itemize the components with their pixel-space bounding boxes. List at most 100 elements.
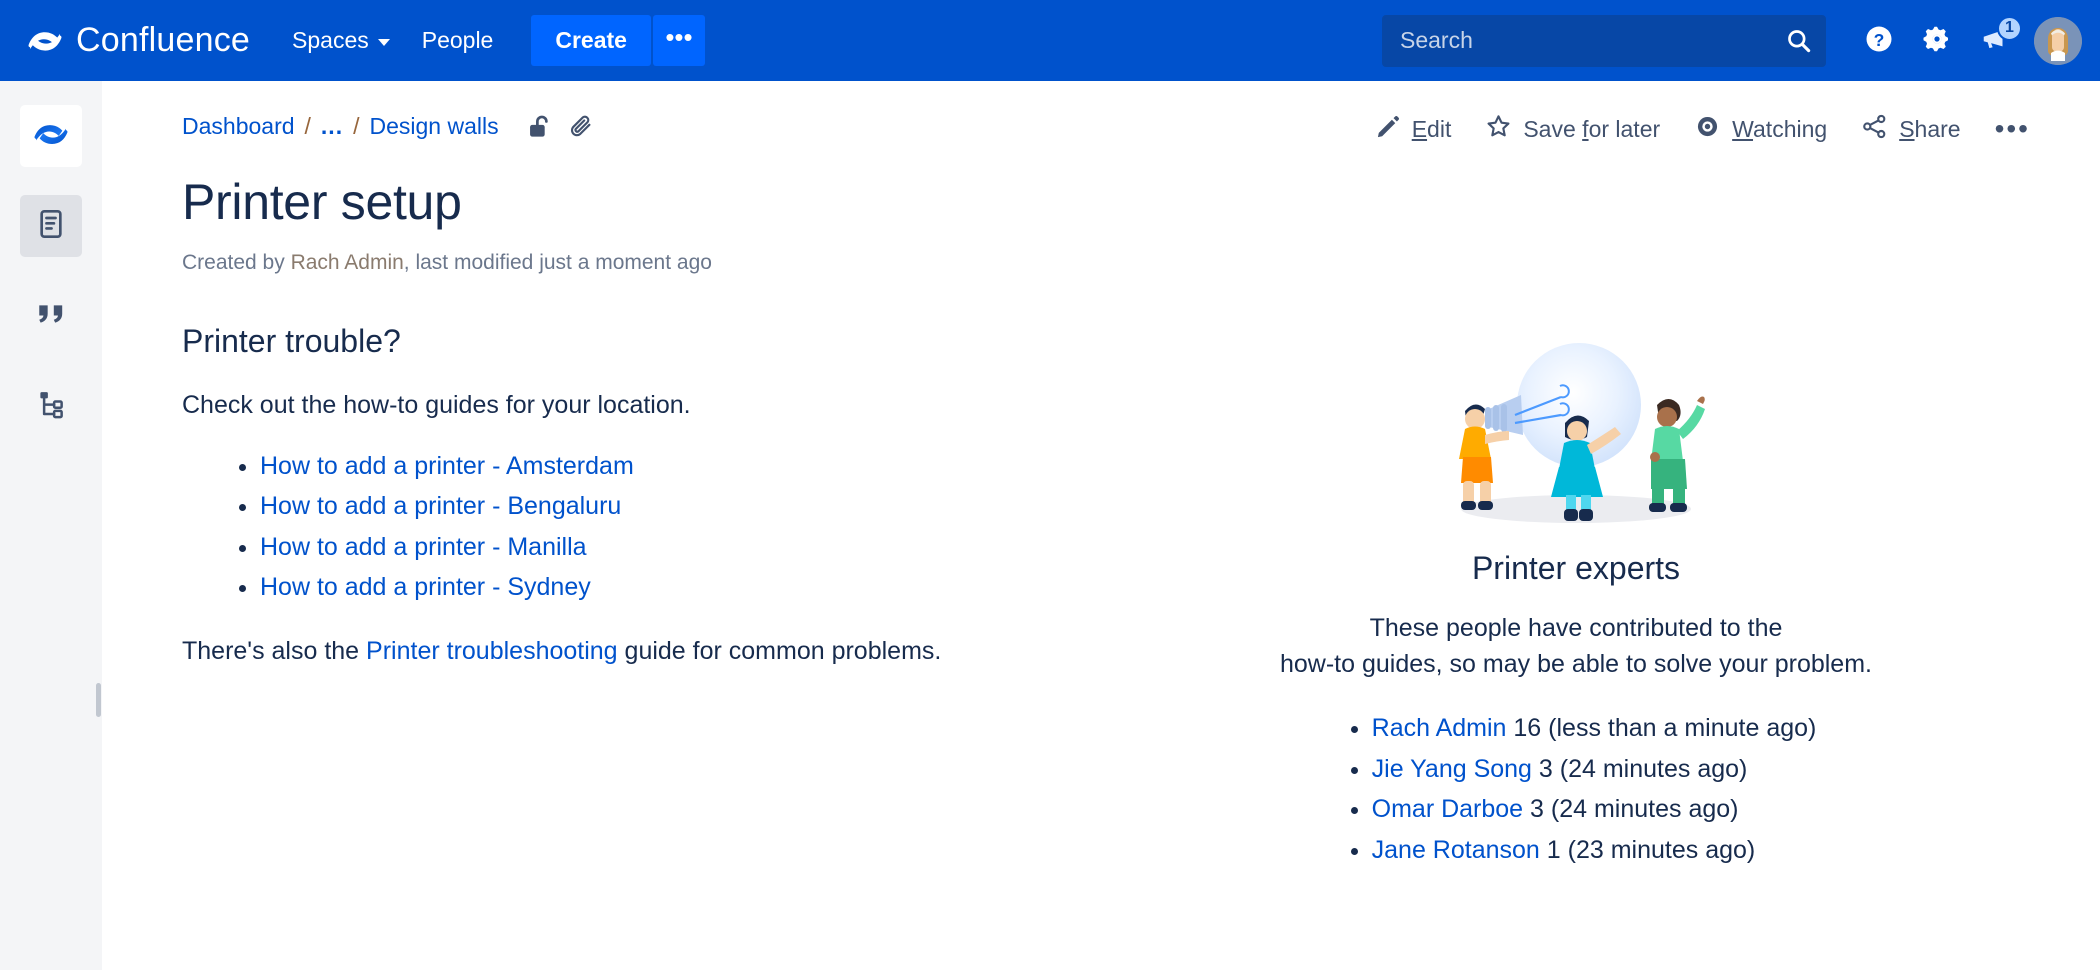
contributor-count: 1 bbox=[1547, 836, 1561, 864]
breadcrumb-item-ellipsis[interactable]: ... bbox=[321, 113, 343, 140]
page-header: Dashboard / ... / Design walls bbox=[182, 109, 2030, 146]
troubleshooting-link[interactable]: Printer troubleshooting bbox=[366, 637, 618, 665]
pencil-icon bbox=[1375, 114, 1401, 146]
help-button[interactable]: ? bbox=[1852, 14, 1906, 68]
share-label: Share bbox=[1899, 116, 1960, 143]
guide-link-amsterdam[interactable]: How to add a printer - Amsterdam bbox=[260, 452, 634, 480]
how-to-guide-list: How to add a printer - Amsterdam How to … bbox=[182, 446, 1042, 608]
notifications-button[interactable]: 1 bbox=[1968, 14, 2022, 68]
edit-button[interactable]: Edit bbox=[1375, 114, 1452, 146]
list-item: Jane Rotanson 1 (23 minutes ago) bbox=[1372, 830, 1817, 871]
create-button-group: Create ••• bbox=[531, 15, 705, 66]
contributor-when: (23 minutes ago) bbox=[1568, 836, 1756, 864]
confluence-space-logo-icon bbox=[34, 117, 68, 156]
section-heading: Printer trouble? bbox=[182, 323, 1042, 360]
intro-paragraph: Check out the how-to guides for your loc… bbox=[182, 388, 1042, 424]
contributor-when: (less than a minute ago) bbox=[1548, 714, 1816, 742]
contributor-list: Rach Admin 16 (less than a minute ago) J… bbox=[1336, 708, 1817, 870]
byline-suffix: , last modified just a moment ago bbox=[404, 251, 712, 274]
contributor-when: (24 minutes ago) bbox=[1551, 795, 1739, 823]
notifications-badge: 1 bbox=[1997, 16, 2022, 41]
sidebar-item-page-tree[interactable] bbox=[20, 375, 82, 437]
breadcrumb-separator-2: / bbox=[353, 113, 359, 140]
search-container bbox=[1382, 15, 1826, 67]
contributor-link-rach-admin[interactable]: Rach Admin bbox=[1372, 714, 1507, 742]
experts-desc-line-2: how-to guides, so may be able to solve y… bbox=[1280, 650, 1872, 678]
save-for-later-label: Save for later bbox=[1523, 116, 1660, 143]
contributor-count: 3 bbox=[1539, 755, 1553, 783]
list-item: How to add a printer - Manilla bbox=[260, 527, 1042, 568]
byline-prefix: Created by bbox=[182, 251, 291, 274]
more-actions-icon[interactable]: ••• bbox=[1995, 121, 2030, 138]
search-input[interactable] bbox=[1382, 15, 1826, 67]
avatar[interactable] bbox=[2034, 17, 2082, 65]
page-title: Printer setup bbox=[182, 173, 2030, 231]
handle-bar-left bbox=[96, 683, 101, 717]
byline-author[interactable]: Rach Admin bbox=[291, 251, 404, 274]
outro-prefix: There's also the bbox=[182, 637, 366, 665]
printer-experts-panel: Printer experts These people have contri… bbox=[1042, 323, 2030, 870]
list-item: How to add a printer - Bengaluru bbox=[260, 486, 1042, 527]
unlocked-padlock-icon[interactable] bbox=[525, 113, 552, 140]
contributor-link-jie-yang-song[interactable]: Jie Yang Song bbox=[1372, 755, 1532, 783]
guide-link-sydney[interactable]: How to add a printer - Sydney bbox=[260, 573, 591, 601]
svg-text:?: ? bbox=[1874, 30, 1885, 50]
save-for-later-button[interactable]: Save for later bbox=[1485, 113, 1660, 146]
people-lightbulb-illustration bbox=[1122, 323, 2030, 538]
share-button[interactable]: Share bbox=[1861, 113, 1960, 146]
sidebar-item-space-logo[interactable] bbox=[20, 105, 82, 167]
list-item: Jie Yang Song 3 (24 minutes ago) bbox=[1372, 749, 1817, 790]
outro-suffix: guide for common problems. bbox=[618, 637, 942, 665]
create-button[interactable]: Create bbox=[531, 15, 651, 66]
page-byline: Created by Rach Admin, last modified jus… bbox=[182, 251, 2030, 275]
experts-panel-title: Printer experts bbox=[1122, 550, 2030, 587]
nav-people-label: People bbox=[422, 27, 494, 54]
breadcrumb-icons bbox=[525, 113, 595, 140]
help-circle-icon: ? bbox=[1864, 24, 1894, 57]
star-icon bbox=[1485, 113, 1512, 146]
confluence-home-link[interactable]: Confluence bbox=[28, 21, 250, 60]
breadcrumb-item-design-walls[interactable]: Design walls bbox=[369, 113, 498, 140]
nav-item-people[interactable]: People bbox=[406, 17, 510, 64]
chevron-down-icon bbox=[378, 39, 390, 46]
nav-spaces-label: Spaces bbox=[292, 27, 369, 54]
contributor-when: (24 minutes ago) bbox=[1560, 755, 1748, 783]
breadcrumb-separator-1: / bbox=[305, 113, 311, 140]
contributor-link-omar-darboe[interactable]: Omar Darboe bbox=[1372, 795, 1523, 823]
page-document-icon bbox=[35, 208, 67, 245]
settings-button[interactable] bbox=[1910, 14, 1964, 68]
page-tree-icon bbox=[36, 389, 66, 424]
edit-label: Edit bbox=[1412, 116, 1452, 143]
experts-desc-line-1: These people have contributed to the bbox=[1370, 614, 1783, 642]
create-more-button[interactable]: ••• bbox=[653, 15, 705, 66]
contributor-count: 16 bbox=[1513, 714, 1541, 742]
share-icon bbox=[1861, 113, 1888, 146]
brand-name: Confluence bbox=[76, 21, 250, 60]
nav-item-spaces[interactable]: Spaces bbox=[276, 17, 406, 64]
confluence-logo-icon bbox=[28, 24, 62, 58]
list-item: How to add a printer - Sydney bbox=[260, 567, 1042, 608]
breadcrumb: Dashboard / ... / Design walls bbox=[182, 109, 595, 140]
watching-label: Watching bbox=[1732, 116, 1827, 143]
contributor-link-jane-rotanson[interactable]: Jane Rotanson bbox=[1372, 836, 1540, 864]
content-main-column: Printer trouble? Check out the how-to gu… bbox=[182, 323, 1042, 870]
experts-panel-description: These people have contributed to the how… bbox=[1122, 611, 2030, 682]
sidebar-item-blog[interactable] bbox=[20, 285, 82, 347]
eye-icon bbox=[1694, 113, 1721, 146]
paperclip-icon[interactable] bbox=[568, 113, 595, 140]
page-actions: Edit Save for later Wa bbox=[1375, 109, 2030, 146]
quote-icon bbox=[35, 298, 67, 335]
content-columns: Printer trouble? Check out the how-to gu… bbox=[182, 323, 2030, 870]
outro-paragraph: There's also the Printer troubleshooting… bbox=[182, 634, 1042, 670]
watching-button[interactable]: Watching bbox=[1694, 113, 1827, 146]
contributor-count: 3 bbox=[1530, 795, 1544, 823]
page-content-area: Dashboard / ... / Design walls bbox=[102, 81, 2100, 970]
sidebar-item-pages[interactable] bbox=[20, 195, 82, 257]
left-icon-sidebar bbox=[0, 81, 102, 970]
guide-link-manilla[interactable]: How to add a printer - Manilla bbox=[260, 533, 587, 561]
list-item: Omar Darboe 3 (24 minutes ago) bbox=[1372, 789, 1817, 830]
breadcrumb-item-dashboard[interactable]: Dashboard bbox=[182, 113, 295, 140]
gear-icon bbox=[1922, 24, 1952, 57]
list-item: How to add a printer - Amsterdam bbox=[260, 446, 1042, 487]
guide-link-bengaluru[interactable]: How to add a printer - Bengaluru bbox=[260, 492, 621, 520]
